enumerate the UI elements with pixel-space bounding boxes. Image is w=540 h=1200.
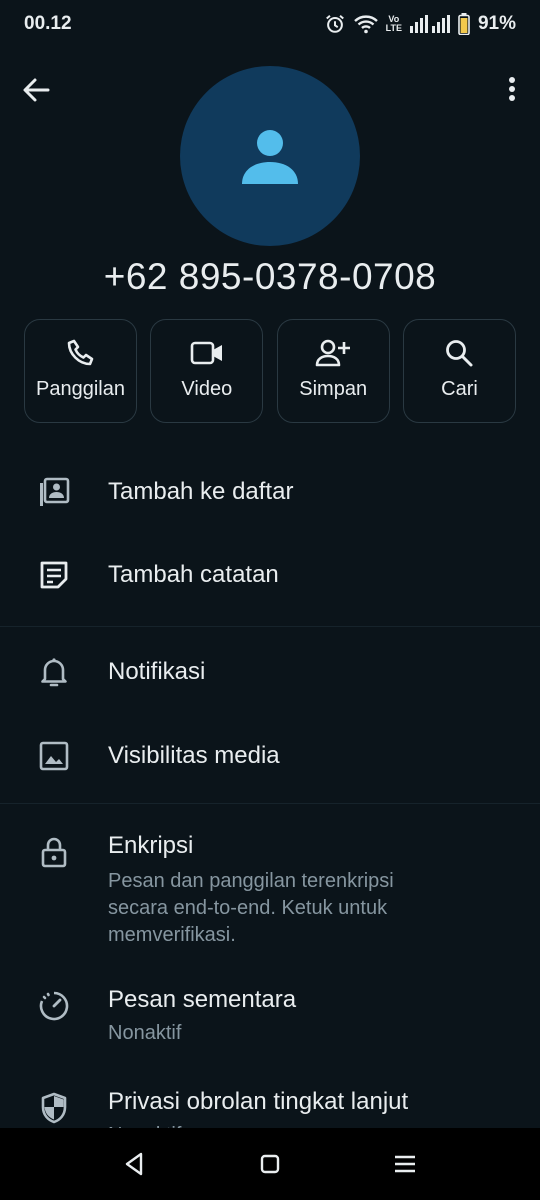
- save-label: Simpan: [299, 378, 368, 400]
- disappearing-messages-status: Nonaktif: [108, 1022, 182, 1044]
- image-icon: [39, 741, 69, 771]
- search-button[interactable]: Cari: [402, 319, 516, 423]
- section-divider: [0, 803, 540, 804]
- recents-menu-icon[interactable]: [391, 1150, 419, 1178]
- media-visibility-label: Visibilitas media: [108, 742, 280, 769]
- search-label: Cari: [441, 378, 478, 400]
- status-icons: Vo LTE 91%: [324, 13, 516, 35]
- shield-icon: [41, 1092, 67, 1124]
- status-bar: 00.12 Vo LTE 91%: [0, 0, 540, 48]
- search-icon: [446, 340, 473, 367]
- more-options-button[interactable]: [504, 72, 520, 108]
- arrow-left-icon: [23, 78, 50, 102]
- lock-icon: [41, 837, 67, 868]
- volte-indicator: Vo LTE: [385, 14, 402, 33]
- save-contact-button[interactable]: Simpan: [276, 319, 390, 423]
- back-button[interactable]: [18, 72, 54, 108]
- disappearing-messages-row[interactable]: Pesan sementara Nonaktif: [0, 980, 540, 1050]
- signal-icon: [409, 15, 450, 33]
- phone-icon: [67, 339, 93, 366]
- bell-icon: [41, 658, 67, 687]
- system-navigation-bar: [0, 1128, 540, 1200]
- timer-icon: [39, 991, 69, 1021]
- disappearing-messages-title: Pesan sementara: [108, 986, 297, 1013]
- contact-phone-number: +62 895-0378-0708: [103, 256, 437, 297]
- add-to-list-label: Tambah ke daftar: [108, 478, 294, 505]
- add-to-list-row[interactable]: Tambah ke daftar: [0, 470, 540, 520]
- action-buttons: Panggilan Video Simpan Cari: [24, 319, 516, 425]
- home-square-icon[interactable]: [256, 1150, 284, 1178]
- add-person-icon: [315, 339, 351, 367]
- back-triangle-icon[interactable]: [121, 1150, 149, 1178]
- media-visibility-row[interactable]: Visibilitas media: [0, 734, 540, 784]
- person-icon: [242, 130, 298, 184]
- more-vertical-icon: [509, 77, 515, 101]
- status-time: 00.12: [24, 13, 72, 34]
- call-button[interactable]: Panggilan: [24, 319, 137, 423]
- wifi-icon: [353, 15, 378, 34]
- contact-avatar[interactable]: [180, 66, 360, 246]
- encryption-row[interactable]: Enkripsi Pesan dan panggilan terenkripsi…: [0, 826, 540, 946]
- add-note-label: Tambah catatan: [108, 561, 279, 588]
- battery-icon: [458, 13, 470, 35]
- notifications-label: Notifikasi: [108, 658, 206, 685]
- alarm-icon: [325, 14, 344, 33]
- video-icon: [190, 341, 222, 365]
- advanced-privacy-title: Privasi obrolan tingkat lanjut: [108, 1088, 409, 1115]
- notifications-row[interactable]: Notifikasi: [0, 650, 540, 700]
- encryption-subtitle: Pesan dan panggilan terenkripsi secara e…: [108, 870, 394, 946]
- note-icon: [40, 561, 68, 589]
- battery-percent: 91%: [477, 13, 516, 34]
- video-label: Video: [181, 378, 233, 400]
- call-label: Panggilan: [36, 378, 125, 400]
- encryption-title: Enkripsi: [108, 832, 194, 859]
- add-note-row[interactable]: Tambah catatan: [0, 553, 540, 603]
- section-divider: [0, 626, 540, 627]
- video-call-button[interactable]: Video: [150, 319, 264, 423]
- contact-list-icon: [40, 477, 70, 506]
